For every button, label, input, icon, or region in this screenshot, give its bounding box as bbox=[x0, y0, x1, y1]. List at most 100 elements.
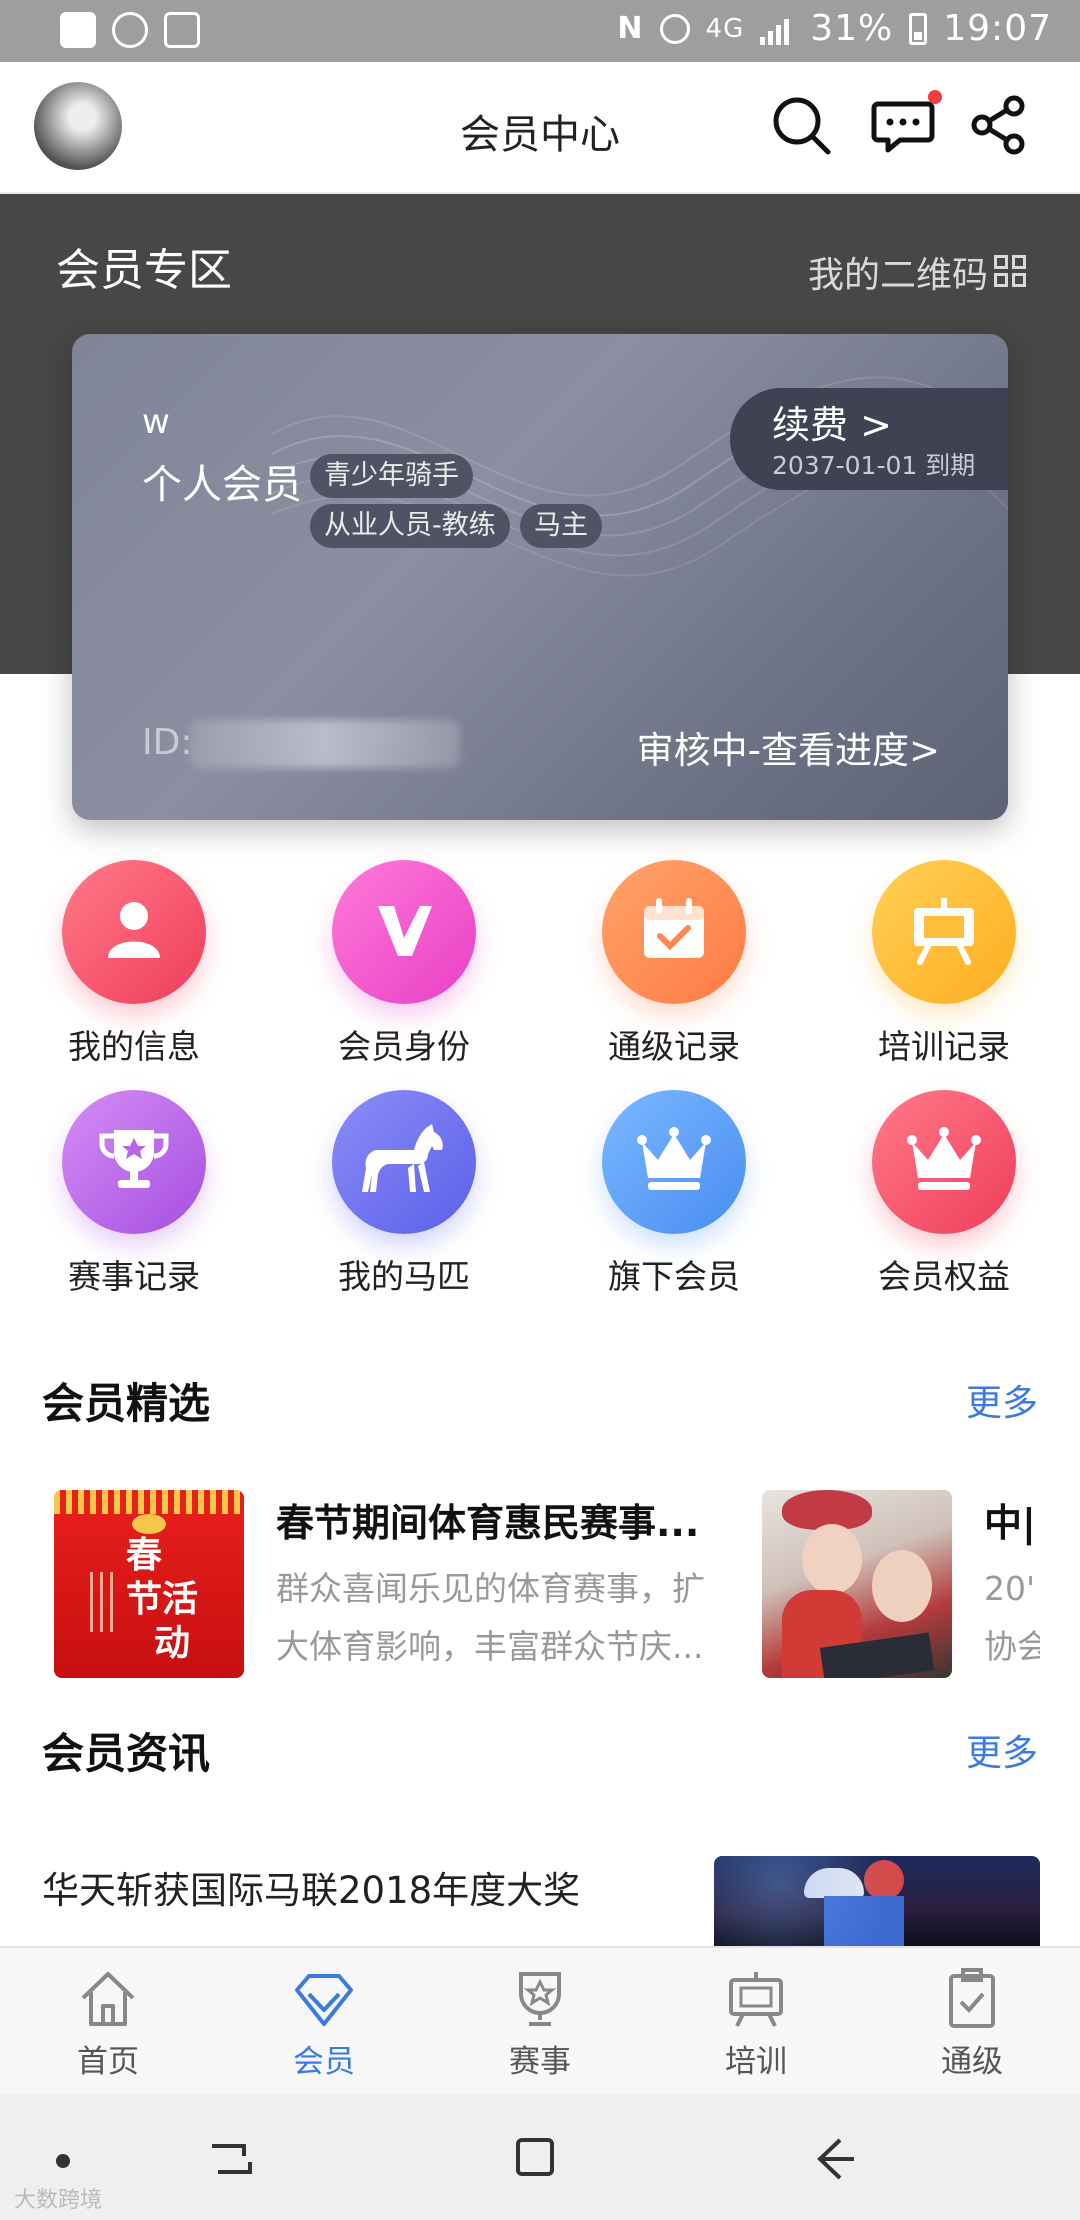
diamond-icon bbox=[295, 1974, 353, 2026]
featured-2-desc-line-2: 协会 bbox=[984, 1627, 1040, 1666]
easel-icon bbox=[904, 890, 984, 974]
featured-thumb-spring-festival[interactable]: 春 节活 动 bbox=[54, 1490, 244, 1678]
sync-icon bbox=[112, 12, 148, 48]
bottom-tab-bar: 首页 会员 赛事 培训 通级 bbox=[0, 1946, 1080, 2096]
trophy-icon bbox=[94, 1120, 174, 1204]
card-wave-pattern bbox=[272, 376, 1008, 577]
featured-item-2-desc: 20' 协会 bbox=[984, 1560, 1040, 1676]
grid-item-2[interactable]: 会员身份 bbox=[304, 860, 504, 1080]
member-id-label: ID: bbox=[142, 722, 193, 763]
renew-button[interactable]: 续费 > 2037-01-01 到期 bbox=[730, 388, 1008, 490]
my-qr-code-link[interactable]: 我的二维码 bbox=[808, 246, 1028, 298]
tab-home-label: 首页 bbox=[77, 2044, 139, 2080]
app-header: 会员中心 bbox=[0, 62, 1080, 194]
grid-item-3[interactable]: 通级记录 bbox=[574, 860, 774, 1080]
member-name: w bbox=[142, 402, 170, 442]
crown-icon bbox=[902, 1120, 986, 1204]
grid-item-label: 会员权益 bbox=[878, 1257, 1010, 1296]
tab-training-label: 培训 bbox=[725, 2044, 787, 2080]
grid-item-4[interactable]: 培训记录 bbox=[844, 860, 1044, 1080]
qr-link-label: 我的二维码 bbox=[807, 255, 988, 296]
alarm-icon bbox=[659, 13, 690, 44]
tab-training[interactable]: 培训 bbox=[648, 1964, 864, 2081]
recent-apps-icon[interactable] bbox=[206, 2136, 256, 2182]
grid-item-1[interactable]: 我的信息 bbox=[34, 860, 234, 1080]
grid-item-label: 赛事记录 bbox=[68, 1257, 200, 1296]
grid-item-circle bbox=[602, 860, 746, 1004]
clipboard-check-icon bbox=[949, 1968, 995, 2028]
zone-title: 会员专区 bbox=[56, 245, 232, 296]
member-id-redacted bbox=[190, 720, 460, 768]
home-icon bbox=[81, 1972, 135, 2026]
grid-item-6[interactable]: 我的马匹 bbox=[304, 1090, 504, 1310]
calendar-check-icon bbox=[634, 890, 714, 974]
grid-item-label: 我的信息 bbox=[68, 1027, 200, 1066]
grid-item-circle bbox=[332, 1090, 476, 1234]
battery-icon bbox=[909, 12, 928, 45]
home-nav-icon[interactable] bbox=[510, 2132, 560, 2182]
news-item-image[interactable] bbox=[714, 1856, 1040, 1946]
horse-icon bbox=[358, 1120, 450, 1204]
grid-item-circle bbox=[332, 860, 476, 1004]
grid-item-circle bbox=[62, 860, 206, 1004]
grid-item-circle bbox=[872, 1090, 1016, 1234]
grid-item-5[interactable]: 赛事记录 bbox=[34, 1090, 234, 1310]
system-nav-bar: 大数跨境 bbox=[0, 2094, 1080, 2220]
grid-item-label: 会员身份 bbox=[338, 1027, 470, 1066]
qr-code-icon bbox=[994, 255, 1028, 289]
featured-desc-line-1: 群众喜闻乐见的体育赛事，扩 bbox=[276, 1569, 705, 1608]
tag-youth-rider: 青少年骑手 bbox=[310, 454, 473, 498]
grid-item-label: 我的马匹 bbox=[338, 1257, 470, 1296]
featured-more-link[interactable]: 更多 bbox=[966, 1374, 1038, 1426]
clock-time: 19:07 bbox=[943, 8, 1052, 49]
featured-thumb-photo[interactable] bbox=[762, 1490, 952, 1678]
featured-section-title: 会员精选 bbox=[42, 1379, 211, 1428]
featured-desc-line-2: 大体育影响，丰富群众节庆... bbox=[276, 1627, 704, 1666]
status-bar: N 4G 31% 19:07 bbox=[0, 0, 1080, 62]
news-item-title[interactable]: 华天斩获国际马联2018年度大奖 bbox=[42, 1860, 580, 1914]
member-type: 个人会员 bbox=[142, 462, 302, 508]
grid-item-7[interactable]: 旗下会员 bbox=[574, 1090, 774, 1310]
tag-horse-owner: 马主 bbox=[520, 504, 602, 548]
thumb-text-3: 动 bbox=[154, 1623, 191, 1664]
grid-item-label: 旗下会员 bbox=[608, 1257, 740, 1296]
checklist-icon bbox=[164, 12, 200, 48]
tab-member[interactable]: 会员 bbox=[216, 1964, 432, 2081]
featured-item-desc: 群众喜闻乐见的体育赛事，扩 大体育影响，丰富群众节庆... bbox=[276, 1560, 736, 1676]
grid-item-label: 培训记录 bbox=[878, 1027, 1010, 1066]
notification-dot bbox=[928, 90, 942, 104]
grid-item-circle bbox=[872, 860, 1016, 1004]
featured-item-title[interactable]: 春节期间体育惠民赛事... bbox=[276, 1492, 699, 1547]
tab-home[interactable]: 首页 bbox=[0, 1964, 216, 2081]
tab-grading[interactable]: 通级 bbox=[864, 1964, 1080, 2081]
back-icon[interactable] bbox=[810, 2134, 860, 2184]
battery-percent: 31% bbox=[810, 8, 894, 49]
nfc-icon: N bbox=[617, 11, 644, 46]
crown-icon bbox=[632, 1120, 716, 1204]
tab-events-label: 赛事 bbox=[509, 2044, 571, 2080]
news-section-title: 会员资讯 bbox=[42, 1729, 211, 1778]
nav-dot-icon bbox=[56, 2154, 70, 2168]
watermark: 大数跨境 bbox=[14, 2188, 103, 2213]
featured-2-desc-line-1: 20' bbox=[984, 1569, 1036, 1608]
featured-item-2-title[interactable]: 中| bbox=[984, 1492, 1040, 1547]
review-progress-link[interactable]: 审核中-查看进度> bbox=[637, 720, 940, 774]
message-icon[interactable] bbox=[870, 92, 936, 158]
grid-item-8[interactable]: 会员权益 bbox=[844, 1090, 1044, 1310]
app-notification-icon bbox=[60, 12, 96, 48]
v-badge-icon bbox=[364, 890, 444, 974]
tab-grading-label: 通级 bbox=[941, 2044, 1003, 2080]
share-icon[interactable] bbox=[966, 92, 1032, 158]
signal-icon bbox=[760, 13, 794, 45]
member-card[interactable]: w 个人会员 青少年骑手 从业人员-教练 马主 续费 > 2037-01-01 … bbox=[72, 334, 1008, 820]
easel-icon bbox=[729, 1972, 783, 2027]
expiry-date: 2037-01-01 到期 bbox=[772, 451, 976, 480]
search-icon[interactable] bbox=[768, 92, 834, 158]
tab-events[interactable]: 赛事 bbox=[432, 1964, 648, 2081]
grid-item-label: 通级记录 bbox=[608, 1027, 740, 1066]
news-more-link[interactable]: 更多 bbox=[966, 1724, 1038, 1776]
tab-member-label: 会员 bbox=[293, 2044, 355, 2080]
grid-item-circle bbox=[62, 1090, 206, 1234]
network-type: 4G bbox=[705, 13, 745, 44]
person-icon bbox=[96, 892, 172, 972]
